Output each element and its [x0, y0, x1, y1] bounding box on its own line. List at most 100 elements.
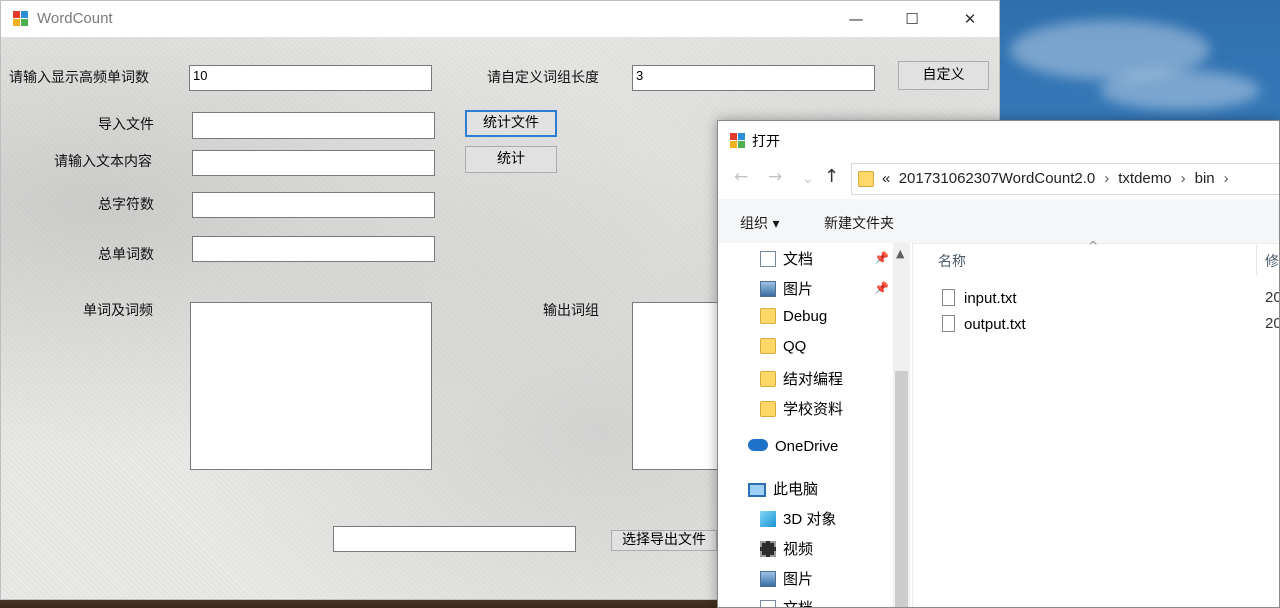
text-content-label: 请输入文本内容: [54, 154, 152, 170]
breadcrumb-item[interactable]: bin: [1195, 170, 1215, 187]
open-file-dialog: 打开 ← → ⌄ ↑ « 201731062307WordCount2.0 › tx…: [717, 120, 1280, 608]
video-icon: [760, 541, 776, 557]
text-file-icon: [942, 289, 955, 306]
folder-icon: [760, 401, 776, 417]
window-title: WordCount: [37, 10, 113, 27]
new-folder-button[interactable]: 新建文件夹: [824, 213, 894, 233]
folder-icon: [760, 338, 776, 354]
file-date: 20: [1265, 315, 1279, 332]
nav-item-label: 图片: [783, 281, 814, 298]
watermark-text: https://blog.csdn.net/weixin_42429060: [1014, 583, 1270, 600]
document-icon: [760, 600, 776, 607]
file-name: input.txt: [964, 290, 1017, 307]
nav-item-qq[interactable]: QQ: [760, 338, 806, 355]
3d-objects-icon: [760, 511, 776, 527]
top-n-input[interactable]: 10: [189, 65, 432, 91]
nav-item-pictures-pc[interactable]: 图片: [760, 568, 813, 589]
close-button[interactable]: ✕: [941, 1, 999, 37]
phrase-length-label: 请自定义词组长度: [487, 70, 599, 86]
column-header-name[interactable]: 名称: [938, 251, 966, 271]
nav-item-label: OneDrive: [775, 438, 839, 455]
picture-icon: [760, 281, 776, 297]
title-bar[interactable]: WordCount — ☐ ✕: [1, 1, 999, 37]
maximize-button[interactable]: ☐: [883, 1, 941, 37]
nav-item-documents-pc[interactable]: 文档: [760, 597, 813, 607]
folder-icon: [858, 171, 874, 187]
chevron-right-icon[interactable]: ›: [1181, 170, 1186, 187]
word-total-output[interactable]: [192, 236, 435, 262]
nav-item-label: 此电脑: [773, 481, 819, 498]
chevron-right-icon[interactable]: ›: [1104, 170, 1109, 187]
pin-icon[interactable]: 📌: [874, 281, 889, 295]
word-frequency-label: 单词及词频: [83, 303, 153, 319]
nav-item-documents[interactable]: 文档: [760, 248, 813, 269]
choose-export-file-button[interactable]: 选择导出文件: [611, 530, 717, 551]
this-pc-icon: [748, 483, 766, 497]
nav-item-onedrive[interactable]: OneDrive: [748, 438, 838, 455]
document-icon: [760, 251, 776, 267]
export-path-input[interactable]: [333, 526, 576, 552]
text-content-input[interactable]: [192, 150, 435, 176]
breadcrumb-item[interactable]: 201731062307WordCount2.0: [899, 170, 1096, 187]
app-icon: [13, 11, 29, 27]
column-separator[interactable]: [1256, 245, 1257, 275]
picture-icon: [760, 571, 776, 587]
recent-locations-dropdown[interactable]: ⌄: [802, 171, 814, 187]
back-button[interactable]: ←: [734, 167, 748, 187]
dialog-app-icon: [730, 133, 746, 149]
custom-button[interactable]: 自定义: [898, 61, 989, 90]
nav-item-label: 3D 对象: [783, 511, 837, 528]
top-n-label: 请输入显示高频单词数: [9, 70, 149, 86]
nav-item-label: 视频: [783, 541, 814, 558]
nav-item-pair-programming[interactable]: 结对编程: [760, 368, 843, 389]
desktop-cloud: [1100, 70, 1260, 110]
word-frequency-textarea[interactable]: [190, 302, 432, 470]
organize-menu[interactable]: 组织 ▾: [740, 213, 779, 233]
count-button[interactable]: 统计: [465, 146, 557, 173]
scroll-up-arrow[interactable]: ▲: [896, 247, 904, 260]
sort-caret-icon: ^: [1088, 239, 1099, 253]
folder-icon: [760, 371, 776, 387]
nav-item-label: QQ: [783, 338, 807, 355]
char-total-label: 总字符数: [98, 197, 154, 213]
nav-item-label: 文档: [783, 251, 814, 268]
pin-icon[interactable]: 📌: [874, 251, 889, 265]
forward-button[interactable]: →: [768, 167, 782, 187]
address-bar[interactable]: « 201731062307WordCount2.0 › txtdemo › bin ›: [851, 163, 1279, 195]
navigation-scrollbar[interactable]: ▲: [893, 243, 910, 607]
address-overflow-chevron[interactable]: «: [882, 170, 890, 187]
nav-item-debug[interactable]: Debug: [760, 308, 827, 325]
file-row[interactable]: input.txt: [942, 289, 1017, 307]
nav-item-label: 图片: [783, 571, 814, 588]
nav-item-label: 结对编程: [783, 371, 844, 388]
scrollbar-thumb[interactable]: [895, 371, 908, 607]
nav-item-school-files[interactable]: 学校资料: [760, 398, 843, 419]
count-file-button[interactable]: 统计文件: [465, 110, 557, 137]
nav-item-label: 文档: [783, 600, 813, 607]
nav-item-3d-objects[interactable]: 3D 对象: [760, 508, 836, 529]
word-total-label: 总单词数: [98, 247, 154, 263]
onedrive-icon: [748, 439, 768, 451]
chevron-right-icon[interactable]: ›: [1224, 170, 1229, 187]
up-folder-button[interactable]: ↑: [824, 166, 839, 187]
nav-item-label: 学校资料: [783, 401, 844, 418]
breadcrumb-item[interactable]: txtdemo: [1118, 170, 1171, 187]
navigation-pane: 文档 📌 图片 📌 Debug QQ 结对编程 学校资料 OneDrive 此电…: [718, 243, 913, 607]
folder-icon: [760, 308, 776, 324]
nav-item-videos[interactable]: 视频: [760, 538, 813, 559]
minimize-button[interactable]: —: [827, 1, 885, 37]
dialog-title: 打开: [752, 134, 780, 150]
column-header-modified[interactable]: 修: [1265, 251, 1279, 271]
file-row[interactable]: output.txt: [942, 315, 1026, 333]
output-phrases-label: 输出词组: [543, 303, 599, 319]
nav-item-pictures[interactable]: 图片: [760, 278, 813, 299]
nav-item-label: Debug: [783, 308, 828, 325]
nav-item-this-pc[interactable]: 此电脑: [748, 478, 818, 499]
pane-divider[interactable]: [912, 243, 913, 607]
dialog-toolbar: 组织 ▾ 新建文件夹: [718, 199, 1279, 244]
import-file-input[interactable]: [192, 112, 435, 139]
char-total-output[interactable]: [192, 192, 435, 218]
file-name: output.txt: [964, 316, 1026, 333]
text-file-icon: [942, 315, 955, 332]
phrase-length-input[interactable]: 3: [632, 65, 875, 91]
